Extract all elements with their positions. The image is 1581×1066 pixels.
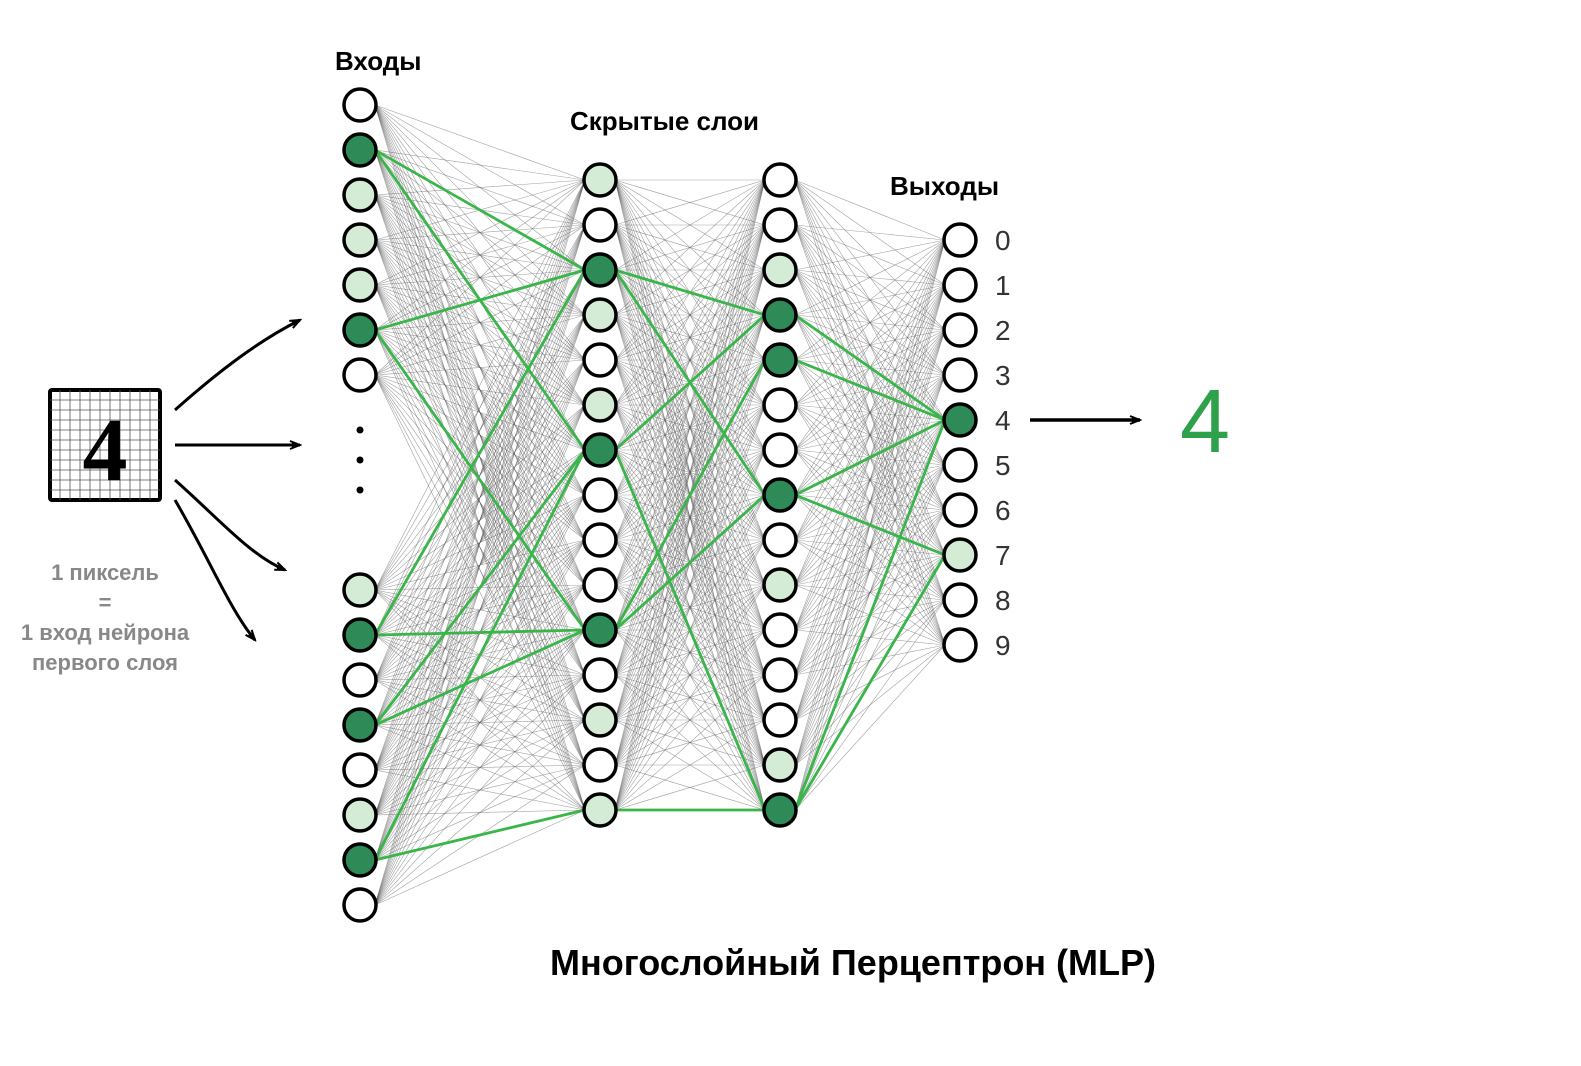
output-label: 3 [995,360,1011,391]
neuron [584,704,616,736]
neuron [584,434,616,466]
neuron [764,479,796,511]
neuron [944,359,976,391]
neuron [344,664,376,696]
neuron [764,794,796,826]
neuron [344,889,376,921]
neuron [764,344,796,376]
neuron [344,574,376,606]
neuron [764,434,796,466]
neuron [584,569,616,601]
result-digit: 4 [1180,372,1230,472]
label-inputs: Входы [335,46,422,76]
neuron [944,314,976,346]
neuron [764,524,796,556]
neuron [344,359,376,391]
neuron [344,89,376,121]
neuron [944,494,976,526]
label-outputs: Выходы [890,171,999,201]
neuron [764,659,796,691]
neuron [944,224,976,256]
neuron [344,224,376,256]
input-image: 4 [50,390,160,500]
output-label: 1 [995,270,1011,301]
neuron [344,619,376,651]
neuron [344,179,376,211]
neuron [764,164,796,196]
output-label: 4 [995,405,1011,436]
neuron [764,254,796,286]
output-label: 7 [995,540,1011,571]
label-hidden: Скрытые слои [570,106,759,136]
output-label: 6 [995,495,1011,526]
neuron [584,389,616,421]
caption-line4: первого слоя [32,650,178,675]
caption-line3: 1 вход нейрона [21,620,190,645]
neuron [584,209,616,241]
neuron [764,749,796,781]
input-ellipsis [357,427,364,494]
neuron [344,269,376,301]
neuron [944,449,976,481]
input-digit: 4 [83,401,128,500]
output-label: 0 [995,225,1011,256]
neuron [584,794,616,826]
neuron [344,709,376,741]
neuron [344,754,376,786]
output-label: 8 [995,585,1011,616]
neuron [584,749,616,781]
input-arrows [175,320,300,640]
neuron [944,404,976,436]
neuron [764,614,796,646]
neuron [944,629,976,661]
neuron [764,209,796,241]
output-label: 2 [995,315,1011,346]
neuron [584,254,616,286]
neuron [584,479,616,511]
neuron [764,569,796,601]
neuron [344,844,376,876]
diagram-title: Многослойный Перцептрон (MLP) [550,942,1156,983]
neuron [584,614,616,646]
neuron [944,269,976,301]
neuron [944,539,976,571]
neuron [344,314,376,346]
caption-line1: 1 пиксель [51,560,159,585]
neuron [584,344,616,376]
neuron [344,134,376,166]
neuron [584,659,616,691]
neuron [764,299,796,331]
neuron [344,799,376,831]
output-label: 5 [995,450,1011,481]
neuron [584,524,616,556]
neuron [584,299,616,331]
neuron [584,164,616,196]
neuron [764,389,796,421]
neuron [944,584,976,616]
output-label: 9 [995,630,1011,661]
edges [375,105,945,905]
output-labels: 0 1 2 3 4 5 6 7 8 9 [995,225,1011,661]
caption-line2: = [99,590,112,615]
neuron [764,704,796,736]
